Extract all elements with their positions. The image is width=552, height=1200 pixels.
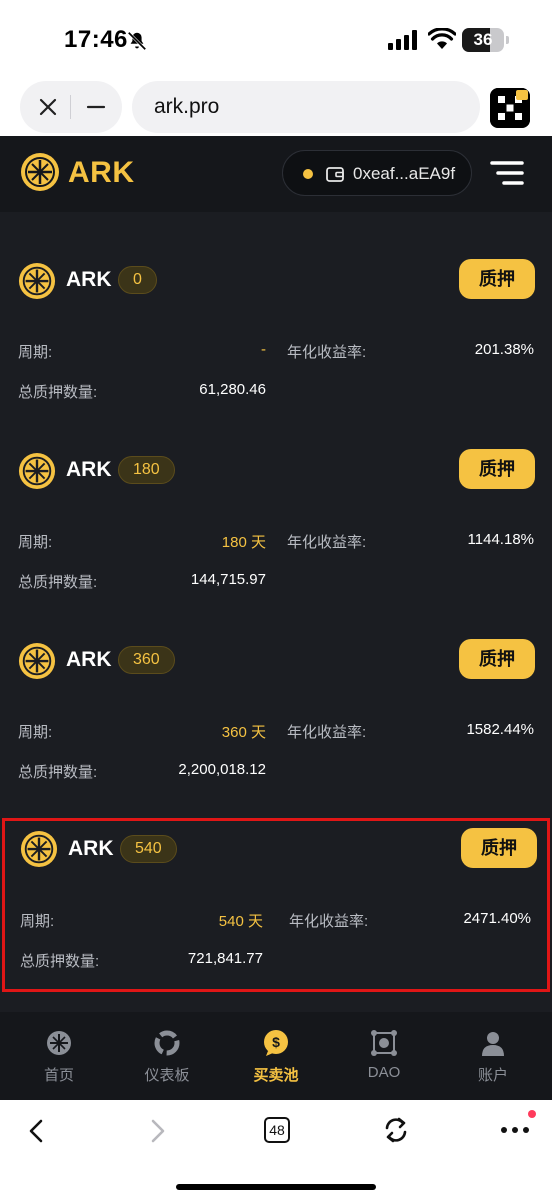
dashboard-icon	[154, 1030, 180, 1056]
pool-token-name: ARK	[66, 268, 112, 291]
browser-address-bar: ark.pro	[0, 78, 552, 136]
total-staked-label: 总质押数量:	[20, 953, 100, 970]
signal-icon	[388, 30, 417, 50]
total-staked-label: 总质押数量:	[18, 764, 98, 781]
stake-button[interactable]: 质押	[461, 828, 537, 868]
ark-token-icon	[18, 642, 56, 680]
stake-button[interactable]: 质押	[459, 449, 535, 489]
battery-level: 36	[473, 30, 493, 49]
nav-item-dao[interactable]: DAO	[329, 1012, 439, 1100]
period-value: 540 天	[218, 913, 263, 930]
ark-token-icon	[20, 830, 58, 868]
total-staked-value: 2,200,018.12	[178, 761, 266, 778]
total-staked-label: 总质押数量:	[18, 384, 98, 401]
okx-wallet-icon[interactable]	[490, 88, 530, 128]
wallet-button[interactable]: 0xeaf...aEA9f	[282, 150, 472, 196]
more-options-button[interactable]	[500, 1110, 536, 1140]
home-icon	[47, 1031, 71, 1055]
reload-icon[interactable]	[382, 1116, 410, 1144]
pool-lock-badge: 540	[120, 835, 177, 863]
url-field[interactable]: ark.pro	[132, 81, 480, 133]
tabs-count-button[interactable]: 48	[264, 1117, 290, 1143]
home-indicator[interactable]	[176, 1184, 376, 1190]
period-value: 360 天	[221, 724, 266, 741]
wallet-icon	[326, 167, 344, 182]
pool-token-name: ARK	[66, 648, 112, 671]
apy-label: 年化收益率:	[287, 534, 367, 551]
back-arrow-icon[interactable]	[26, 1118, 48, 1144]
apy-value: 201.38%	[474, 341, 534, 358]
ark-logo-icon[interactable]	[20, 152, 60, 192]
period-value: 180 天	[221, 534, 266, 551]
nav-item-pool[interactable]: $ 买卖池	[221, 1012, 331, 1100]
total-staked-value: 144,715.97	[190, 571, 266, 588]
minimize-icon[interactable]	[84, 95, 108, 119]
nav-item-home[interactable]: 首页	[4, 1012, 114, 1100]
app-header: ARK 0xeaf...aEA9f	[0, 136, 552, 212]
period-label: 周期:	[18, 344, 53, 361]
ark-token-icon	[18, 262, 56, 300]
total-staked-value: 61,280.46	[199, 381, 266, 398]
account-icon	[482, 1032, 504, 1056]
nav-label: 账户	[477, 1067, 508, 1084]
url-text: ark.pro	[154, 95, 220, 118]
pool-lock-badge: 0	[118, 266, 157, 294]
dao-icon	[371, 1030, 397, 1056]
status-time: 17:46	[64, 26, 128, 53]
connected-dot-icon	[303, 169, 313, 179]
total-staked-label: 总质押数量:	[18, 574, 98, 591]
apy-value: 1582.44%	[466, 721, 534, 738]
divider	[70, 95, 71, 119]
more-dots-icon	[501, 1127, 529, 1133]
pool-card: ARK 0 质押 周期: - 年化收益率: 201.38% 总质押数量: 61,…	[0, 240, 552, 430]
forward-arrow-icon[interactable]	[146, 1118, 168, 1144]
period-value: -	[261, 341, 266, 358]
apy-label: 年化收益率:	[287, 724, 367, 741]
bottom-nav: 首页 仪表板 $ 买卖池 DAO 账户	[0, 1012, 552, 1100]
close-icon[interactable]	[36, 95, 60, 119]
nav-item-dashboard[interactable]: 仪表板	[112, 1012, 222, 1100]
pool-card: ARK 360 质押 周期: 360 天 年化收益率: 1582.44% 总质押…	[0, 620, 552, 810]
nav-label: 仪表板	[144, 1067, 190, 1084]
pool-card-highlighted: ARK 540 质押 周期: 540 天 年化收益率: 2471.40% 总质押…	[2, 818, 550, 992]
total-staked-value: 721,841.77	[187, 950, 263, 967]
apy-label: 年化收益率:	[289, 913, 369, 930]
ark-token-icon	[18, 452, 56, 490]
pool-card: ARK 180 质押 周期: 180 天 年化收益率: 1144.18% 总质押…	[0, 430, 552, 620]
coin-pool-icon: $	[264, 1030, 288, 1056]
pool-token-name: ARK	[66, 458, 112, 481]
battery-icon: 36	[462, 28, 509, 52]
brand-name: ARK	[68, 156, 135, 189]
nav-label: 首页	[43, 1067, 74, 1084]
period-label: 周期:	[20, 913, 55, 930]
stake-button[interactable]: 质押	[459, 639, 535, 679]
period-label: 周期:	[18, 724, 53, 741]
pool-lock-badge: 180	[118, 456, 175, 484]
nav-item-account[interactable]: 账户	[438, 1012, 548, 1100]
apy-value: 1144.18%	[467, 531, 534, 548]
period-label: 周期:	[18, 534, 53, 551]
wifi-icon	[428, 28, 456, 49]
nav-label: 买卖池	[253, 1067, 299, 1084]
hamburger-menu-icon[interactable]	[490, 158, 524, 188]
wallet-address: 0xeaf...aEA9f	[353, 164, 456, 183]
stake-button[interactable]: 质押	[459, 259, 535, 299]
apy-value: 2471.40%	[463, 910, 531, 927]
bell-slash-icon	[127, 31, 147, 51]
status-bar: 17:46 36	[0, 0, 552, 78]
notification-dot-icon	[528, 1110, 536, 1118]
apy-label: 年化收益率:	[287, 344, 367, 361]
browser-window-controls	[20, 81, 122, 133]
svg-text:$: $	[272, 1034, 280, 1050]
nav-label: DAO	[367, 1064, 401, 1081]
pool-token-name: ARK	[68, 837, 114, 860]
browser-toolbar: 48	[0, 1100, 552, 1200]
pool-lock-badge: 360	[118, 646, 175, 674]
